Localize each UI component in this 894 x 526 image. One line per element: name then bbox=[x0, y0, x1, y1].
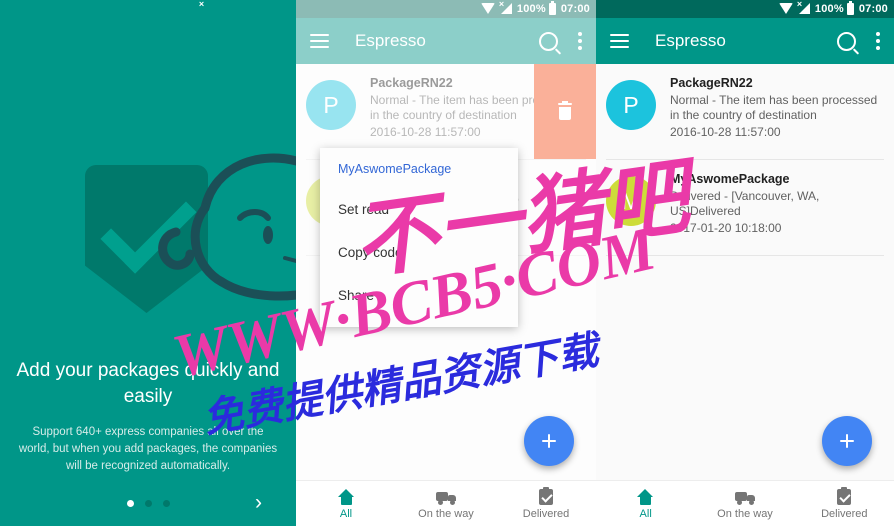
battery-percent: 100% bbox=[814, 3, 844, 15]
bottom-nav-label: On the way bbox=[418, 507, 474, 520]
next-button[interactable]: › bbox=[255, 491, 262, 515]
wifi-icon bbox=[778, 3, 793, 14]
phone-screen-list: 100% 07:00 Espresso P PackageRN22 Normal… bbox=[596, 0, 894, 526]
bottom-nav-item-delivered[interactable]: Delivered bbox=[795, 481, 894, 526]
list-item[interactable]: P PackageRN22 Normal - The item has been… bbox=[596, 64, 894, 159]
clipboard-check-icon bbox=[539, 486, 553, 505]
page-dot-1[interactable] bbox=[126, 499, 134, 507]
add-package-fab[interactable] bbox=[822, 416, 872, 466]
package-status: Normal - The item has been processed in … bbox=[670, 93, 878, 122]
bottom-nav-item-on-the-way[interactable]: On the way bbox=[695, 481, 794, 526]
screenshot-gallery: 100% 07:00 Add your packages quickly and… bbox=[0, 0, 894, 526]
phone-screen-dialog: 100% 07:00 Espresso P PackageRN22 Normal… bbox=[296, 0, 596, 526]
dialog-title: MyAswomePackage bbox=[338, 162, 452, 176]
truck-icon bbox=[436, 491, 456, 505]
more-vert-icon[interactable] bbox=[876, 32, 880, 50]
package-date: 2017-01-20 10:18:00 bbox=[670, 221, 782, 235]
bottom-navigation: All On the way Delivered bbox=[296, 480, 596, 526]
menu-item-share[interactable]: Share bbox=[320, 274, 518, 317]
list-item[interactable]: M MyAswomePackage Delivered - [Vancouver… bbox=[596, 160, 894, 255]
onboarding-subtitle: Support 640+ express companies all over … bbox=[18, 426, 278, 472]
plus-icon bbox=[540, 432, 558, 450]
page-dot-3[interactable] bbox=[162, 499, 170, 507]
bottom-nav-item-all[interactable]: All bbox=[296, 481, 396, 526]
package-date: 2016-10-28 11:57:00 bbox=[670, 125, 781, 139]
app-bar: Espresso bbox=[596, 18, 894, 64]
bottom-nav-label: All bbox=[639, 507, 652, 520]
package-title: MyAswomePackage bbox=[670, 172, 790, 186]
bottom-nav-item-delivered[interactable]: Delivered bbox=[496, 481, 596, 526]
home-icon bbox=[637, 488, 654, 505]
avatar: P bbox=[606, 80, 656, 130]
onboarding-panel: Add your packages quickly and easily Sup… bbox=[0, 0, 296, 526]
context-menu-dialog: MyAswomePackage Set read Copy code Share bbox=[320, 148, 518, 327]
package-status: Delivered - [Vancouver, WA, US]Delivered bbox=[670, 189, 820, 218]
bottom-nav-item-all[interactable]: All bbox=[596, 481, 695, 526]
shield-check-icon bbox=[85, 165, 208, 313]
app-title: Espresso bbox=[655, 31, 726, 50]
signal-icon bbox=[797, 0, 810, 15]
onboarding-title: Add your packages quickly and easily bbox=[16, 360, 280, 407]
battery-icon bbox=[846, 1, 854, 15]
bottom-nav-label: All bbox=[339, 507, 353, 520]
bottom-nav-label: Delivered bbox=[821, 507, 868, 520]
clipboard-check-icon bbox=[837, 486, 852, 505]
plus-icon bbox=[838, 432, 856, 450]
status-bar: 100% 07:00 bbox=[596, 0, 894, 18]
bottom-nav-label: On the way bbox=[717, 507, 773, 520]
list-divider bbox=[606, 255, 884, 256]
onboarding-footer: › bbox=[0, 480, 296, 526]
page-indicator bbox=[0, 499, 296, 507]
menu-item-set-read[interactable]: Set read bbox=[320, 188, 518, 231]
bottom-navigation: All On the way Delivered bbox=[596, 480, 894, 526]
page-dot-2[interactable] bbox=[144, 499, 152, 507]
home-icon bbox=[337, 488, 355, 505]
add-package-fab[interactable] bbox=[524, 416, 574, 466]
clock: 07:00 bbox=[858, 3, 888, 15]
menu-item-copy-code[interactable]: Copy code bbox=[320, 231, 518, 274]
package-title: PackageRN22 bbox=[670, 76, 753, 90]
search-icon[interactable] bbox=[837, 31, 856, 51]
phone-screen-onboarding: 100% 07:00 Add your packages quickly and… bbox=[0, 0, 296, 526]
bottom-nav-item-on-the-way[interactable]: On the way bbox=[396, 481, 496, 526]
hamburger-icon[interactable] bbox=[610, 34, 629, 48]
bottom-nav-label: Delivered bbox=[522, 507, 570, 520]
truck-icon bbox=[734, 491, 755, 505]
avatar: M bbox=[606, 176, 656, 226]
